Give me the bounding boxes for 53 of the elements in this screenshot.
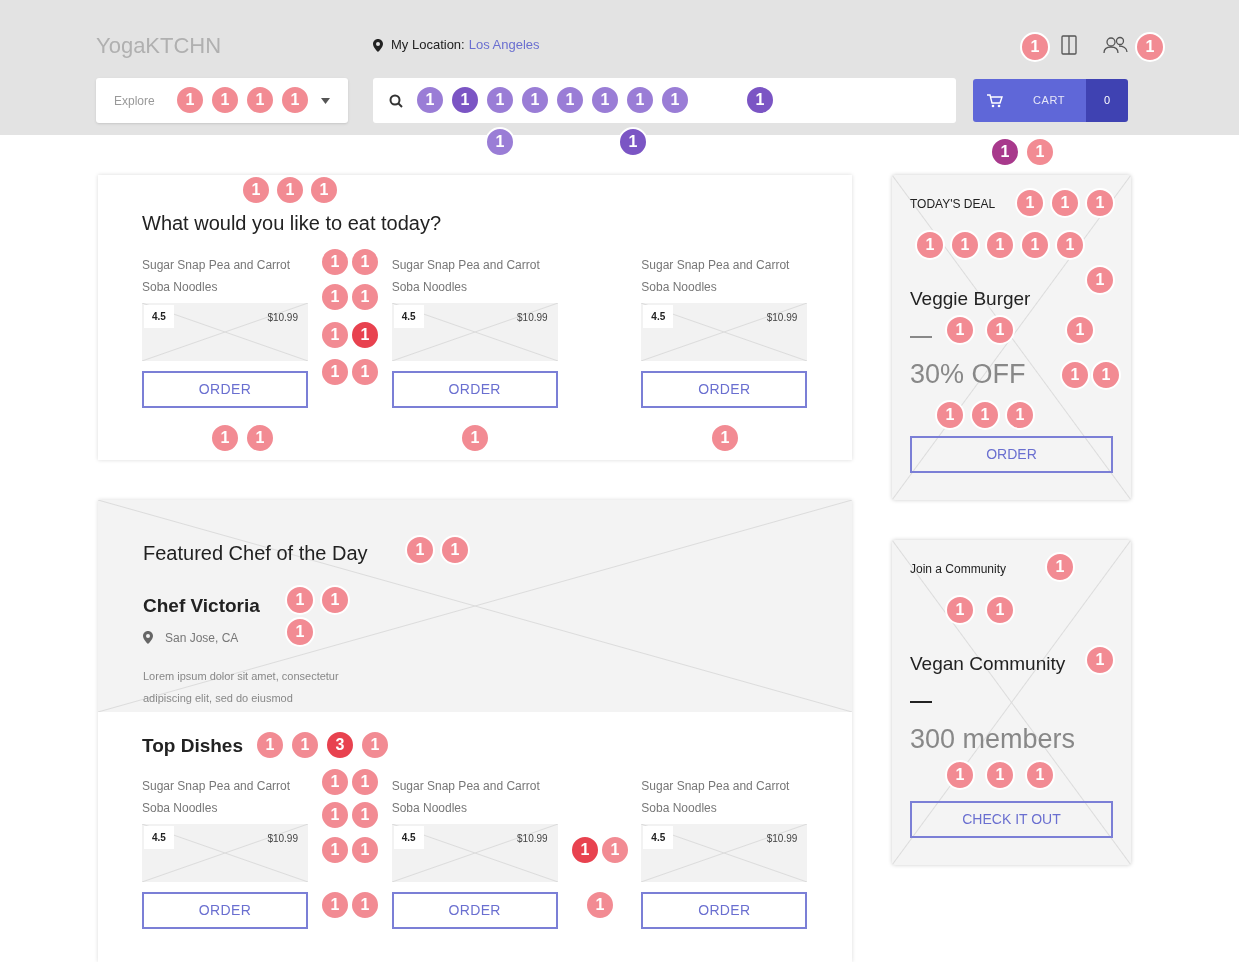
rating: 4.5 <box>643 825 674 849</box>
dish-name: Sugar Snap Pea and Carrot Soba Noodles <box>641 777 791 817</box>
deal-label: TODAY'S DEAL <box>910 196 996 213</box>
chef-name: Chef Victoria <box>143 594 260 618</box>
dish-name: Sugar Snap Pea and Carrot Soba Noodles <box>641 257 791 296</box>
rating: 4.5 <box>393 825 424 849</box>
member-count: 300 members <box>910 722 1076 756</box>
price: $10.99 <box>517 311 548 325</box>
section-title: Featured Chef of the Day <box>143 541 368 566</box>
dish-name: Sugar Snap Pea and Carrot Soba Noodles <box>142 257 292 296</box>
section-title: Top Dishes <box>142 734 243 758</box>
dish-name: Sugar Snap Pea and Carrot Soba Noodles <box>391 257 541 296</box>
location-label: My Location: <box>391 36 465 55</box>
deal-item: Veggie Burger <box>910 287 1031 311</box>
deal-offer: 30% OFF <box>910 357 1026 391</box>
click-marker: 1 <box>1025 137 1055 167</box>
people-icon[interactable] <box>1103 36 1129 54</box>
rating: 4.5 <box>144 825 174 849</box>
order-button[interactable]: ORDER <box>142 371 308 408</box>
click-marker: 1 <box>485 127 515 157</box>
rating: 4.5 <box>643 305 674 328</box>
location-pin-icon <box>143 631 153 644</box>
section-title: What would you like to eat today? <box>142 211 442 236</box>
price: $10.99 <box>267 311 298 325</box>
location-pin-icon <box>373 38 383 52</box>
check-it-out-button[interactable]: CHECK IT OUT <box>910 801 1113 838</box>
order-button[interactable]: ORDER <box>641 371 808 408</box>
price: $10.99 <box>766 831 798 846</box>
click-marker: 1 <box>990 137 1020 167</box>
order-button[interactable]: ORDER <box>641 891 808 929</box>
search-icon <box>389 93 403 108</box>
cart-count: 0 <box>1086 79 1128 122</box>
community-name: Vegan Community <box>910 652 1066 676</box>
cart-icon <box>987 93 1003 108</box>
chef-location: San Jose, CA <box>165 629 239 647</box>
order-button[interactable]: ORDER <box>910 436 1113 473</box>
caret-icon <box>321 97 330 104</box>
price: $10.99 <box>267 831 298 846</box>
order-button[interactable]: ORDER <box>391 371 558 408</box>
order-button[interactable]: ORDER <box>142 891 308 929</box>
click-marker: 1 <box>618 127 648 157</box>
location-link[interactable]: Los Angeles <box>468 35 540 55</box>
chef-bio: Lorem ipsum dolor sit amet, consectetur adipiscing elit, sed do eiusmod <box>143 668 340 706</box>
dish-name: Sugar Snap Pea and Carrot Soba Noodles <box>142 777 292 817</box>
dish-name: Sugar Snap Pea and Carrot Soba Noodles <box>391 777 541 817</box>
rating: 4.5 <box>393 305 424 328</box>
tablet-icon[interactable] <box>1061 35 1077 55</box>
price: $10.99 <box>766 311 798 325</box>
price: $10.99 <box>517 831 548 846</box>
community-label: Join a Community <box>910 561 1007 578</box>
cart-button[interactable]: CART <box>973 79 1086 122</box>
rating: 4.5 <box>144 305 174 328</box>
order-button[interactable]: ORDER <box>391 891 558 929</box>
